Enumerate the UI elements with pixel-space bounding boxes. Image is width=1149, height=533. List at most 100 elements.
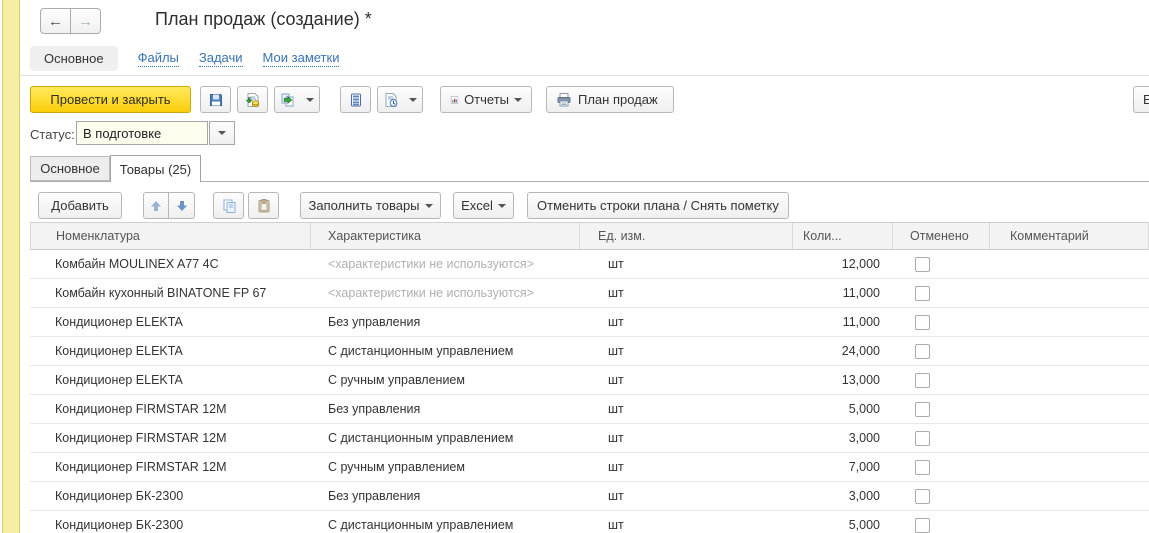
cell-comment[interactable] xyxy=(990,424,1149,453)
cell-cancelled[interactable] xyxy=(893,511,990,533)
cancelled-checkbox[interactable] xyxy=(915,344,930,359)
cell-characteristic[interactable]: Без управления xyxy=(311,482,580,511)
table-row[interactable]: Кондиционер БК-2300Без управленияшт3,000 xyxy=(30,482,1149,511)
cell-qty[interactable]: 5,000 xyxy=(793,511,893,533)
cell-unit[interactable]: шт xyxy=(580,279,793,308)
move-up-button[interactable] xyxy=(143,192,169,219)
table-row[interactable]: Кондиционер FIRMSTAR 12MС ручным управле… xyxy=(30,453,1149,482)
cell-qty[interactable]: 11,000 xyxy=(793,308,893,337)
cell-cancelled[interactable] xyxy=(893,424,990,453)
cell-characteristic[interactable]: Без управления xyxy=(311,395,580,424)
cancelled-checkbox[interactable] xyxy=(915,431,930,446)
column-header-qty[interactable]: Коли... xyxy=(793,222,893,250)
cell-characteristic[interactable]: С дистанционным управлением xyxy=(311,511,580,533)
cell-qty[interactable]: 13,000 xyxy=(793,366,893,395)
cell-unit[interactable]: шт xyxy=(580,482,793,511)
cancelled-checkbox[interactable] xyxy=(915,315,930,330)
cell-qty[interactable]: 3,000 xyxy=(793,424,893,453)
cell-nomenclature[interactable]: Кондиционер БК-2300 xyxy=(30,511,311,533)
cell-cancelled[interactable] xyxy=(893,482,990,511)
cell-qty[interactable]: 24,000 xyxy=(793,337,893,366)
cell-unit[interactable]: шт xyxy=(580,511,793,533)
cell-comment[interactable] xyxy=(990,279,1149,308)
column-header-characteristic[interactable]: Характеристика xyxy=(311,222,580,250)
table-row[interactable]: Кондиционер FIRMSTAR 12MС дистанционным … xyxy=(30,424,1149,453)
back-button[interactable]: ← xyxy=(40,8,71,34)
table-row[interactable]: Комбайн MOULINEX A77 4C<характеристики н… xyxy=(30,250,1149,279)
cell-unit[interactable]: шт xyxy=(580,395,793,424)
cell-characteristic[interactable]: Без управления xyxy=(311,308,580,337)
navtab-tasks[interactable]: Задачи xyxy=(199,50,243,67)
post-and-close-button[interactable]: Провести и закрыть xyxy=(30,86,191,113)
cell-nomenclature[interactable]: Комбайн MOULINEX A77 4C xyxy=(30,250,311,279)
cancelled-checkbox[interactable] xyxy=(915,489,930,504)
table-row[interactable]: Комбайн кухонный BINATONE FP 67<характер… xyxy=(30,279,1149,308)
cell-nomenclature[interactable]: Кондиционер FIRMSTAR 12M xyxy=(30,395,311,424)
add-row-button[interactable]: Добавить xyxy=(38,192,122,219)
cell-cancelled[interactable] xyxy=(893,279,990,308)
table-row[interactable]: Кондиционер ELEKTAС дистанционным управл… xyxy=(30,337,1149,366)
more-button[interactable]: Еще xyxy=(1133,86,1149,113)
table-row[interactable]: Кондиционер ELEKTAБез управленияшт11,000 xyxy=(30,308,1149,337)
column-header-comment[interactable]: Комментарий xyxy=(990,222,1149,250)
navtab-main[interactable]: Основное xyxy=(30,46,118,71)
cell-nomenclature[interactable]: Кондиционер ELEKTA xyxy=(30,337,311,366)
paste-rows-button[interactable] xyxy=(248,192,279,219)
cell-cancelled[interactable] xyxy=(893,337,990,366)
cell-nomenclature[interactable]: Кондиционер БК-2300 xyxy=(30,482,311,511)
cell-unit[interactable]: шт xyxy=(580,337,793,366)
tab-main[interactable]: Основное xyxy=(30,156,110,181)
cell-comment[interactable] xyxy=(990,395,1149,424)
cell-cancelled[interactable] xyxy=(893,453,990,482)
cell-nomenclature[interactable]: Кондиционер FIRMSTAR 12M xyxy=(30,424,311,453)
post-document-button[interactable] xyxy=(237,86,268,113)
cell-comment[interactable] xyxy=(990,250,1149,279)
cancel-plan-lines-button[interactable]: Отменить строки плана / Снять пометку xyxy=(527,192,789,219)
status-dropdown-button[interactable] xyxy=(209,121,235,145)
cancelled-checkbox[interactable] xyxy=(915,257,930,272)
fill-goods-button[interactable]: Заполнить товары xyxy=(300,192,441,219)
cell-unit[interactable]: шт xyxy=(580,453,793,482)
cell-qty[interactable]: 11,000 xyxy=(793,279,893,308)
cell-characteristic[interactable]: С ручным управлением xyxy=(311,453,580,482)
column-header-nomenclature[interactable]: Номенклатура xyxy=(30,222,311,250)
forward-button[interactable]: → xyxy=(71,8,101,34)
cell-cancelled[interactable] xyxy=(893,308,990,337)
cell-comment[interactable] xyxy=(990,337,1149,366)
create-based-on-button[interactable] xyxy=(274,86,320,113)
move-down-button[interactable] xyxy=(169,192,195,219)
cell-characteristic[interactable]: С дистанционным управлением xyxy=(311,424,580,453)
column-header-cancelled[interactable]: Отменено xyxy=(893,222,990,250)
cell-comment[interactable] xyxy=(990,366,1149,395)
cell-characteristic[interactable]: С дистанционным управлением xyxy=(311,337,580,366)
cell-characteristic[interactable]: <характеристики не используются> xyxy=(311,250,580,279)
status-input[interactable]: В подготовке xyxy=(76,121,208,145)
cancelled-checkbox[interactable] xyxy=(915,518,930,533)
excel-button[interactable]: Excel xyxy=(453,192,514,219)
cell-comment[interactable] xyxy=(990,308,1149,337)
cancelled-checkbox[interactable] xyxy=(915,373,930,388)
cell-unit[interactable]: шт xyxy=(580,308,793,337)
cell-nomenclature[interactable]: Комбайн кухонный BINATONE FP 67 xyxy=(30,279,311,308)
cell-nomenclature[interactable]: Кондиционер ELEKTA xyxy=(30,366,311,395)
tab-goods[interactable]: Товары (25) xyxy=(110,155,201,182)
cancelled-checkbox[interactable] xyxy=(915,402,930,417)
cell-characteristic[interactable]: <характеристики не используются> xyxy=(311,279,580,308)
navtab-notes[interactable]: Мои заметки xyxy=(263,50,340,67)
copy-rows-button[interactable] xyxy=(213,192,244,219)
cancelled-checkbox[interactable] xyxy=(915,460,930,475)
cell-unit[interactable]: шт xyxy=(580,424,793,453)
cell-qty[interactable]: 12,000 xyxy=(793,250,893,279)
cell-nomenclature[interactable]: Кондиционер ELEKTA xyxy=(30,308,311,337)
cell-cancelled[interactable] xyxy=(893,366,990,395)
cell-cancelled[interactable] xyxy=(893,250,990,279)
cell-comment[interactable] xyxy=(990,453,1149,482)
schedule-button[interactable] xyxy=(377,86,423,113)
cell-unit[interactable]: шт xyxy=(580,366,793,395)
cell-characteristic[interactable]: С ручным управлением xyxy=(311,366,580,395)
column-header-unit[interactable]: Ед. изм. xyxy=(580,222,793,250)
save-button[interactable] xyxy=(200,86,231,113)
cell-comment[interactable] xyxy=(990,482,1149,511)
table-row[interactable]: Кондиционер БК-2300С дистанционным управ… xyxy=(30,511,1149,533)
table-row[interactable]: Кондиционер ELEKTAС ручным управлениемшт… xyxy=(30,366,1149,395)
